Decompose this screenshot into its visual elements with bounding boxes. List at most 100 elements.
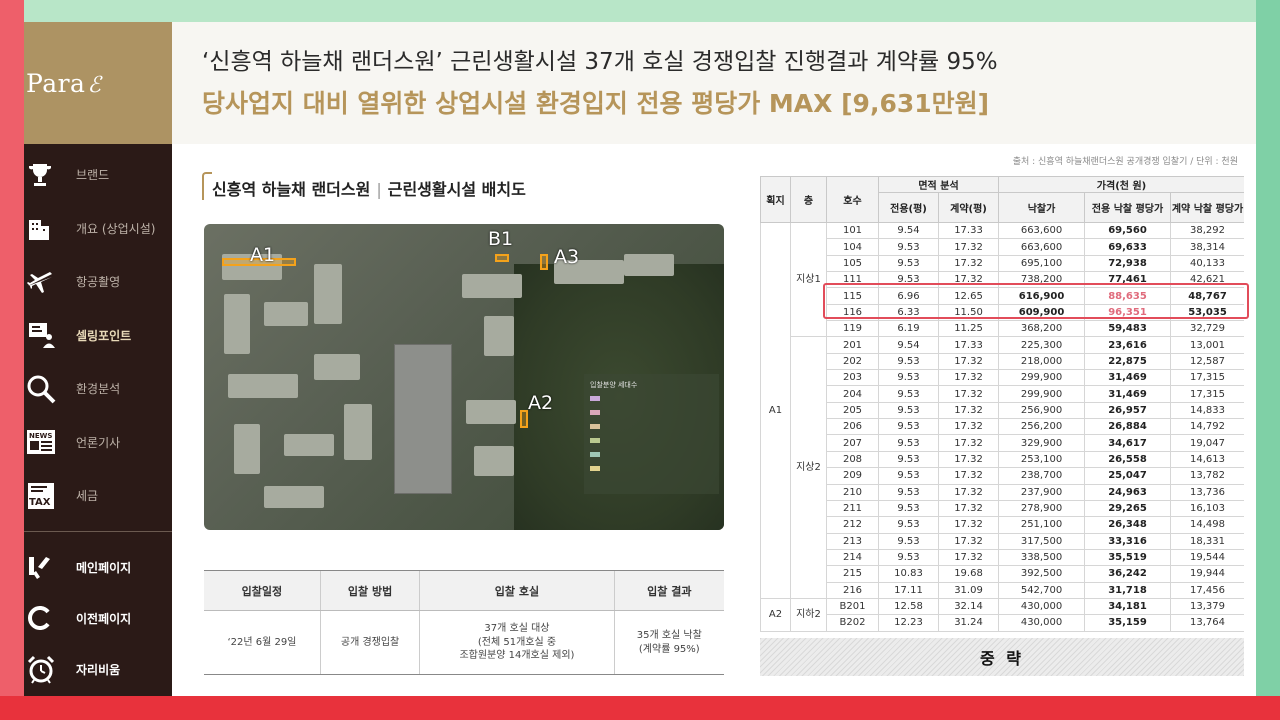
contract-area-cell: 17.32 bbox=[937, 467, 1000, 485]
floor-cell: 지하2 bbox=[790, 597, 827, 632]
frame-left bbox=[0, 0, 24, 720]
table-row: 212 9.53 17.32 251,100 26,348 14,498 bbox=[761, 516, 1244, 534]
map-building bbox=[234, 424, 260, 474]
bid-price-cell: 368,200 bbox=[998, 320, 1086, 338]
contract-price-cell: 14,613 bbox=[1170, 450, 1244, 469]
header-area-exclusive: 전용(평) bbox=[878, 192, 939, 223]
table-row: 213 9.53 17.32 317,500 33,316 18,331 bbox=[761, 532, 1244, 550]
exclusive-area-cell: 9.53 bbox=[878, 401, 939, 420]
sidebar-item-environment[interactable]: 환경분석 bbox=[24, 362, 172, 416]
unit-cell: 207 bbox=[826, 434, 879, 452]
contract-area-cell: 31.24 bbox=[937, 614, 1000, 632]
schedule-method: 공개 경쟁입찰 bbox=[319, 610, 420, 675]
sidebar-item-aerial[interactable]: 항공촬영 bbox=[24, 255, 172, 309]
contract-price-cell: 13,782 bbox=[1170, 467, 1244, 485]
source-note: 출처 : 신흥역 하늘채랜더스원 공개경쟁 입찰기 / 단위 : 천원 bbox=[1012, 157, 1238, 167]
sidebar-divider bbox=[24, 530, 172, 532]
unit-marker-b1 bbox=[495, 254, 509, 262]
bid-price-cell: 238,700 bbox=[998, 467, 1086, 485]
sidebar-item-prev-page[interactable]: 이전페이지 bbox=[24, 593, 172, 644]
contract-price-cell: 17,315 bbox=[1170, 385, 1244, 403]
contract-area-cell: 17.32 bbox=[937, 401, 1000, 420]
table-row: 211 9.53 17.32 278,900 29,265 16,103 bbox=[761, 499, 1244, 518]
contract-area-cell: 17.32 bbox=[937, 548, 1000, 567]
exclusive-area-cell: 9.54 bbox=[878, 221, 939, 240]
home-icon bbox=[24, 553, 76, 581]
legend-swatch bbox=[590, 466, 600, 471]
frame-bottom bbox=[0, 696, 1280, 720]
sidebar-item-away[interactable]: 자리비움 bbox=[24, 644, 172, 695]
table-row: 209 9.53 17.32 238,700 25,047 13,782 bbox=[761, 467, 1244, 485]
frame-top bbox=[24, 0, 1256, 22]
table-row: 203 9.53 17.32 299,900 31,469 17,315 bbox=[761, 369, 1244, 387]
table-row: 210 9.53 17.32 237,900 24,963 13,736 bbox=[761, 483, 1244, 501]
page-title: ‘신흥역 하늘채 랜더스원’ 근린생활시설 37개 호실 경쟁입찰 진행결과 계… bbox=[202, 49, 998, 75]
sidebar-item-selling-point[interactable]: 셀링포인트 bbox=[24, 309, 172, 363]
sidebar-item-label: 브랜드 bbox=[76, 168, 110, 183]
sidebar-item-overview[interactable]: 개요 (상업시설) bbox=[24, 202, 172, 256]
unit-cell: B202 bbox=[826, 614, 879, 632]
map-legend: 입찰분양 세대수 bbox=[584, 374, 719, 494]
exclusive-area-cell: 9.53 bbox=[878, 532, 939, 550]
map-building bbox=[462, 274, 522, 298]
header-price: 가격(천 원) bbox=[998, 176, 1244, 193]
map-label-a2: A2 bbox=[528, 392, 554, 414]
table-row: 지상2 201 9.54 17.33 225,300 23,616 13,001 bbox=[761, 336, 1244, 599]
schedule-header: 입찰 호실 bbox=[419, 570, 615, 611]
contract-area-cell: 19.68 bbox=[937, 565, 1000, 583]
schedule-units-line: (전체 51개호실 중 bbox=[477, 636, 557, 648]
exclusive-price-cell: 31,718 bbox=[1084, 581, 1172, 599]
exclusive-area-cell: 9.53 bbox=[878, 450, 939, 469]
airplane-icon bbox=[24, 268, 76, 296]
contract-price-cell: 14,833 bbox=[1170, 401, 1244, 420]
legend-swatch bbox=[590, 424, 600, 429]
contract-price-cell: 19,047 bbox=[1170, 434, 1244, 452]
unit-cell: 202 bbox=[826, 352, 879, 371]
sidebar-item-label: 이전페이지 bbox=[76, 611, 132, 626]
exclusive-price-cell: 33,316 bbox=[1084, 532, 1172, 550]
header-bid-price: 낙찰가 bbox=[998, 192, 1086, 223]
unit-cell: 214 bbox=[826, 548, 879, 567]
unit-cell: 105 bbox=[826, 254, 879, 273]
contract-area-cell: 17.32 bbox=[937, 516, 1000, 534]
contract-area-cell: 17.32 bbox=[937, 352, 1000, 371]
exclusive-price-cell: 26,884 bbox=[1084, 418, 1172, 436]
exclusive-area-cell: 9.53 bbox=[878, 467, 939, 485]
schedule-date: ‘22년 6월 29일 bbox=[204, 610, 321, 675]
contract-area-cell: 17.32 bbox=[937, 483, 1000, 501]
contract-area-cell: 17.32 bbox=[937, 238, 1000, 256]
unit-cell: 104 bbox=[826, 238, 879, 256]
bid-schedule-table: 입찰일정 입찰 방법 입찰 호실 입찰 결과 ‘22년 6월 29일 공개 경쟁… bbox=[204, 570, 724, 675]
bid-price-cell: 542,700 bbox=[998, 581, 1086, 599]
bid-price-cell: 663,600 bbox=[998, 221, 1086, 240]
header-floor: 층 bbox=[790, 176, 827, 223]
unit-cell: 204 bbox=[826, 385, 879, 403]
schedule-units: 37개 호실 대상 (전체 51개호실 중 조합원분양 14개호실 제외) bbox=[419, 610, 615, 675]
map-label-a3: A3 bbox=[554, 246, 580, 268]
exclusive-area-cell: 17.11 bbox=[878, 581, 939, 599]
exclusive-area-cell: 9.53 bbox=[878, 418, 939, 436]
bid-price-cell: 663,600 bbox=[998, 238, 1086, 256]
sidebar-item-main-page[interactable]: 메인페이지 bbox=[24, 542, 172, 593]
magnifier-icon bbox=[24, 374, 76, 404]
sidebar-item-label: 언론기사 bbox=[76, 435, 121, 450]
exclusive-area-cell: 9.53 bbox=[878, 369, 939, 387]
exclusive-area-cell: 9.53 bbox=[878, 385, 939, 403]
site-plan-subtitle: 근린생활시설 배치도 bbox=[387, 180, 526, 199]
map-building bbox=[264, 302, 308, 326]
unit-cell: 216 bbox=[826, 581, 879, 599]
contract-area-cell: 17.32 bbox=[937, 254, 1000, 273]
unit-cell: 119 bbox=[826, 320, 879, 338]
sidebar-item-brand[interactable]: 브랜드 bbox=[24, 148, 172, 202]
unit-cell: 211 bbox=[826, 499, 879, 518]
unit-cell: 215 bbox=[826, 565, 879, 583]
map-label-a1: A1 bbox=[250, 244, 276, 266]
sidebar-item-tax[interactable]: TAX 세금 bbox=[24, 469, 172, 523]
building-icon bbox=[24, 214, 76, 242]
contract-price-cell: 32,729 bbox=[1170, 320, 1244, 338]
sidebar-item-news[interactable]: NEWS 언론기사 bbox=[24, 416, 172, 470]
logo-box[interactable]: Paraℰ bbox=[24, 22, 172, 144]
omitted-label: 중 략 bbox=[979, 649, 1024, 668]
bid-price-cell: 253,100 bbox=[998, 450, 1086, 469]
exclusive-area-cell: 10.83 bbox=[878, 565, 939, 583]
